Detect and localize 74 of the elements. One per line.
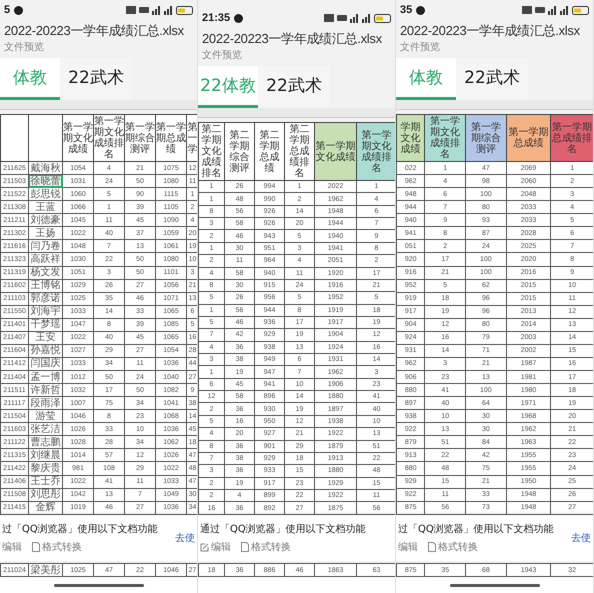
table-cell[interactable]: 曹志鹏 [28, 436, 62, 449]
notification-icon [234, 14, 244, 22]
file-subtitle: 文件预览 [4, 40, 45, 54]
use-link[interactable]: 去使 [571, 531, 591, 545]
column-header: 第一学期总成绩 [506, 114, 551, 162]
banner-text: 过「QQ浏览器」使用以下文档功能 [398, 522, 554, 536]
signal-icon [548, 6, 557, 14]
status-time: 5 [4, 4, 10, 16]
battery-icon [374, 14, 391, 22]
column-header: 第二学期文化成绩排名 [198, 122, 224, 180]
signal-icon [362, 14, 371, 22]
table-cell[interactable]: 王博铭 [28, 279, 62, 292]
table-cell[interactable]: 许新哲 [28, 384, 62, 397]
column-header: 第二学期总成绩排名 [284, 122, 314, 180]
banner-action[interactable]: 格式转换 [428, 540, 478, 554]
table-cell[interactable]: 王安 [28, 331, 62, 344]
banner-action[interactable]: 编辑 [398, 540, 418, 554]
status-time: 35 [400, 4, 412, 16]
signal-icon [350, 14, 359, 22]
file-icon [241, 542, 249, 552]
table-cell[interactable]: 孟一博 [28, 370, 62, 384]
file-title: 2022-20223一学年成绩汇总.xlsx [4, 22, 185, 40]
column-header: 第一学期文化成绩 [62, 114, 94, 162]
table-cell[interactable]: 刘德豪 [28, 214, 62, 227]
table-cell[interactable]: 彭思锐 [28, 188, 62, 201]
table-cell[interactable]: 游莹 [28, 410, 62, 423]
banner-action[interactable]: 编辑 [2, 540, 22, 554]
column-header: 第一学 [186, 114, 197, 162]
column-header: 学期文化成绩 [396, 114, 425, 162]
column-header: 第一学期文化成绩排名 [356, 122, 395, 180]
banner-action[interactable]: 格式转换 [32, 540, 82, 554]
table-cell[interactable]: 杨文发 [28, 266, 62, 280]
table-cell[interactable]: 徐晓蕾 [28, 174, 62, 188]
file-icon [428, 542, 436, 552]
table-cell[interactable]: 干梦瑶 [28, 318, 62, 332]
file-subtitle: 文件预览 [400, 40, 441, 54]
notification-icon [416, 6, 426, 14]
file-subtitle: 文件预览 [202, 48, 243, 62]
battery-icon [572, 6, 589, 14]
status-time: 21:35 [202, 12, 230, 24]
column-header: 第一学期文化成绩排名 [424, 114, 466, 162]
table-cell[interactable]: 张艺洁 [28, 422, 62, 436]
use-link[interactable]: 去使 [175, 531, 195, 545]
signal-icon [164, 6, 173, 14]
file-icon [32, 542, 40, 552]
battery-icon [176, 6, 193, 14]
banner-text: 通过「QQ浏览器」使用以下文档功能 [200, 522, 366, 536]
column-header: 第一学期综合测评 [124, 114, 156, 162]
table-cell[interactable]: 王扬 [28, 226, 62, 240]
edit-icon [200, 542, 209, 552]
column-header: 第一学期综合测评 [466, 114, 506, 162]
banner-action[interactable]: 格式转换 [241, 540, 291, 554]
file-title: 2022-20223一学年成绩汇总.xlsx [202, 30, 383, 48]
column-header: 第二学期总成绩 [254, 122, 284, 180]
banner-text: 过「QQ浏览器」使用以下文档功能 [2, 522, 158, 536]
column-header: 第一学期文化成绩 [314, 122, 356, 180]
table-cell[interactable]: 王士乔 [28, 475, 62, 488]
table-cell[interactable]: 金辉 [28, 501, 62, 514]
column-header: 第一学期总成绩 [156, 114, 186, 162]
column-header: 第一学期总成绩排名 [550, 114, 593, 162]
signal-icon [560, 6, 569, 14]
signal-icon [152, 6, 161, 14]
table-cell[interactable]: 闫乃卷 [28, 240, 62, 253]
banner-action[interactable]: 编辑 [200, 540, 231, 554]
table-cell[interactable]: 王蓝 [28, 200, 62, 214]
notification-icon [14, 6, 24, 14]
file-title: 2022-20223一学年成绩汇总.xlsx [400, 22, 581, 40]
table-cell[interactable]: 孙嘉悦 [28, 344, 62, 358]
column-header: 第一学期文化成绩排名 [94, 114, 124, 162]
table-cell[interactable]: 刘思彤 [28, 488, 62, 502]
table-cell[interactable]: 刘继晨 [28, 448, 62, 462]
column-header: 第二学期综合测评 [224, 122, 254, 180]
table-cell[interactable]: 戴海秋 [28, 162, 62, 175]
table-cell[interactable]: 段雨泽 [28, 396, 62, 410]
